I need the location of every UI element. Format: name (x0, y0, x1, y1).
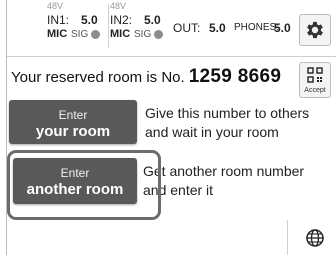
status-bar: 48V IN1: 5.0 MIC SIG 48V IN2: 5.0 MIC SI… (7, 0, 336, 57)
in2-label: IN2: (110, 13, 133, 27)
accept-label: Accept (304, 87, 326, 94)
in1-meter[interactable]: 48V IN1: 5.0 MIC SIG (47, 0, 107, 56)
room-number: 1259 8669 (188, 66, 282, 87)
enter-your-room-button[interactable]: Enter your room (9, 100, 137, 144)
gear-icon (304, 19, 326, 41)
enter-another-room-description: Get another room number and enter it (143, 162, 304, 200)
out-value: 5.0 (209, 21, 226, 35)
enter-your-room-desc-line1: Give this number to others (145, 105, 310, 121)
settings-button[interactable] (299, 14, 331, 46)
in2-signal-dot (154, 30, 163, 39)
focus-highlight-ring (7, 150, 161, 220)
enter-your-room-line1: Enter (58, 108, 88, 122)
footer-divider (287, 220, 288, 255)
in2-meter[interactable]: 48V IN2: 5.0 MIC SIG (110, 0, 170, 56)
in2-sig-label: SIG (134, 29, 152, 40)
in1-signal-dot (91, 30, 100, 39)
in1-sig-label: SIG (71, 29, 89, 40)
phones-label: PHONES: (234, 22, 280, 33)
divider (108, 4, 109, 48)
out-meter[interactable]: OUT: 5.0 (173, 0, 233, 56)
language-button[interactable] (303, 226, 327, 250)
reserved-room-label: Your reserved room is No. (11, 69, 185, 86)
phones-meter[interactable]: PHONES: 5.0 (234, 0, 298, 56)
in2-value: 5.0 (144, 13, 161, 27)
in1-label: IN1: (47, 13, 70, 27)
enter-another-room-desc-line2: and enter it (143, 182, 214, 198)
enter-another-room-desc-line1: Get another room number (143, 163, 305, 179)
app-frame: 48V IN1: 5.0 MIC SIG 48V IN2: 5.0 MIC SI… (6, 0, 336, 255)
in1-value: 5.0 (81, 13, 98, 27)
enter-your-room-description: Give this number to others and wait in y… (145, 104, 309, 142)
accept-button[interactable]: Accept (299, 62, 331, 98)
qr-code-icon (307, 67, 323, 83)
in2-mic-label: MIC (110, 28, 131, 40)
out-label: OUT: (173, 21, 201, 35)
in2-phantom-power: 48V (110, 1, 127, 11)
globe-icon (305, 228, 325, 248)
enter-your-room-line2: your room (35, 123, 111, 140)
phones-value: 5.0 (274, 21, 291, 35)
in1-mic-label: MIC (47, 28, 68, 40)
reserved-room-line: Your reserved room is No. 1259 8669 (11, 66, 281, 88)
in1-phantom-power: 48V (47, 1, 64, 11)
enter-your-room-desc-line2: and wait in your room (145, 124, 279, 140)
